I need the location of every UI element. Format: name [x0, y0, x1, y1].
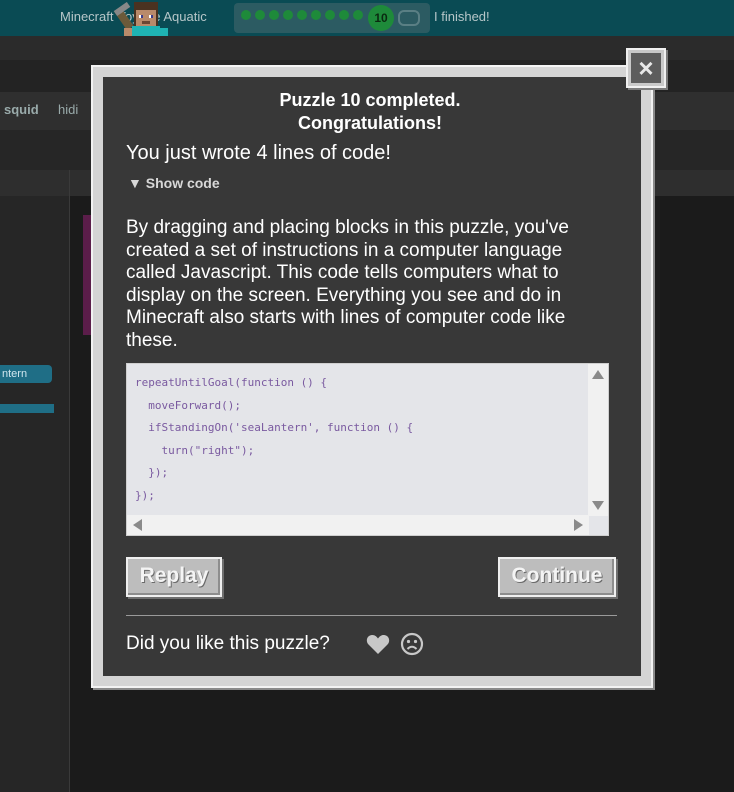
- dialog-title-line1: Puzzle 10 completed.: [279, 90, 461, 110]
- show-code-toggle[interactable]: ▼ Show code: [128, 175, 220, 191]
- progress-dot[interactable]: [269, 10, 279, 20]
- finished-link[interactable]: I finished!: [434, 9, 490, 24]
- block-stripe: [83, 215, 91, 335]
- progress-dot[interactable]: [297, 10, 307, 20]
- toolbox-item-squid[interactable]: squid: [4, 102, 39, 117]
- scroll-left-icon[interactable]: [133, 519, 142, 531]
- progress-dot[interactable]: [325, 10, 335, 20]
- lines-of-code-text: You just wrote 4 lines of code!: [126, 142, 391, 164]
- code-viewer[interactable]: repeatUntilGoal(function () { moveForwar…: [126, 363, 609, 536]
- close-button[interactable]: ×: [626, 48, 666, 88]
- vertical-scrollbar[interactable]: [588, 364, 608, 516]
- toolbox-pane: [0, 196, 70, 792]
- progress-dot[interactable]: [353, 10, 363, 20]
- dialog-divider: [126, 615, 617, 616]
- progress-dot[interactable]: [255, 10, 265, 20]
- code-text: repeatUntilGoal(function () { moveForwar…: [135, 376, 414, 502]
- feedback-question: Did you like this puzzle?: [126, 633, 330, 654]
- replay-button[interactable]: Replay: [126, 557, 222, 597]
- finish-pill[interactable]: [398, 10, 420, 26]
- scroll-down-icon[interactable]: [592, 501, 604, 510]
- dialog-title-line2: Congratulations!: [298, 113, 442, 133]
- sad-face-icon[interactable]: [400, 632, 424, 656]
- progress-dot[interactable]: [339, 10, 349, 20]
- progress-dot[interactable]: [241, 10, 251, 20]
- progress-dot[interactable]: [283, 10, 293, 20]
- dialog-title: Puzzle 10 completed. Congratulations!: [101, 89, 639, 135]
- close-icon: ×: [631, 53, 661, 83]
- scroll-right-icon[interactable]: [574, 519, 583, 531]
- block-chip-bar[interactable]: [0, 404, 54, 413]
- scroll-up-icon[interactable]: [592, 370, 604, 379]
- current-level-bubble[interactable]: 10: [368, 5, 394, 31]
- block-chip[interactable]: ntern: [0, 365, 52, 383]
- continue-button[interactable]: Continue: [498, 557, 616, 597]
- toolbox-item-hidi[interactable]: hidi: [58, 102, 78, 117]
- explanation-text: By dragging and placing blocks in this p…: [126, 217, 570, 351]
- heart-icon[interactable]: [366, 633, 390, 655]
- progress-dot[interactable]: [311, 10, 321, 20]
- horizontal-scrollbar[interactable]: [127, 515, 589, 535]
- menu-band: [0, 36, 734, 60]
